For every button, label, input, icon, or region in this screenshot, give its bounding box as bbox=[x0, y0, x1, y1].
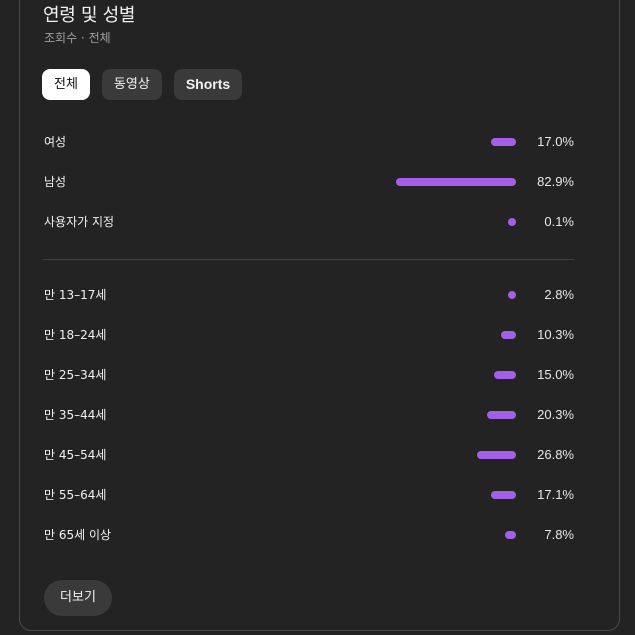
section-divider bbox=[43, 259, 574, 260]
age-label: 만 25–34세 bbox=[44, 368, 107, 382]
age-value: 17.1% bbox=[537, 487, 574, 502]
gender-bar bbox=[491, 138, 516, 146]
age-bar bbox=[491, 491, 516, 499]
age-bar bbox=[486, 411, 516, 419]
age-row: 만 18–24세 10.3% bbox=[44, 325, 574, 345]
age-bar bbox=[477, 451, 516, 459]
age-value: 2.8% bbox=[544, 287, 574, 302]
age-value: 26.8% bbox=[537, 447, 574, 462]
tab-videos[interactable]: 동영상 bbox=[101, 69, 162, 100]
age-row: 만 45–54세 26.8% bbox=[44, 445, 574, 465]
tab-shorts[interactable]: Shorts bbox=[173, 69, 243, 100]
age-bar bbox=[494, 371, 516, 379]
gender-row: 사용자가 지정 0.1% bbox=[44, 212, 574, 232]
tab-all[interactable]: 전체 bbox=[42, 69, 90, 100]
age-row: 만 25–34세 15.0% bbox=[44, 365, 574, 385]
gender-label: 남성 bbox=[44, 175, 67, 189]
age-value: 15.0% bbox=[537, 367, 574, 382]
gender-value: 82.9% bbox=[537, 174, 574, 189]
age-label: 만 55–64세 bbox=[44, 488, 107, 502]
gender-row: 남성 82.9% bbox=[44, 172, 574, 192]
gender-row: 여성 17.0% bbox=[44, 132, 574, 152]
age-value: 7.8% bbox=[544, 527, 574, 542]
gender-bar bbox=[508, 218, 516, 226]
age-row: 만 55–64세 17.1% bbox=[44, 485, 574, 505]
gender-label: 여성 bbox=[44, 135, 67, 149]
age-bar bbox=[508, 291, 516, 299]
show-more-button[interactable]: 더보기 bbox=[44, 580, 112, 616]
age-bar bbox=[501, 331, 516, 339]
age-label: 만 45–54세 bbox=[44, 448, 107, 462]
age-label: 만 35–44세 bbox=[44, 408, 107, 422]
age-value: 10.3% bbox=[537, 327, 574, 342]
gender-value: 17.0% bbox=[537, 134, 574, 149]
gender-value: 0.1% bbox=[544, 214, 574, 229]
card-title: 연령 및 성별 bbox=[43, 5, 136, 26]
gender-bar bbox=[395, 178, 516, 186]
age-label: 만 13–17세 bbox=[44, 288, 107, 302]
age-row: 만 35–44세 20.3% bbox=[44, 405, 574, 425]
age-row: 만 13–17세 2.8% bbox=[44, 285, 574, 305]
age-label: 만 65세 이상 bbox=[44, 528, 112, 542]
content-type-tabs: 전체 동영상 Shorts bbox=[42, 69, 243, 100]
age-label: 만 18–24세 bbox=[44, 328, 107, 342]
age-value: 20.3% bbox=[537, 407, 574, 422]
card-subtitle: 조회수 · 전체 bbox=[44, 31, 111, 45]
age-bar bbox=[504, 531, 516, 539]
gender-label: 사용자가 지정 bbox=[44, 215, 115, 229]
age-row: 만 65세 이상 7.8% bbox=[44, 525, 574, 545]
